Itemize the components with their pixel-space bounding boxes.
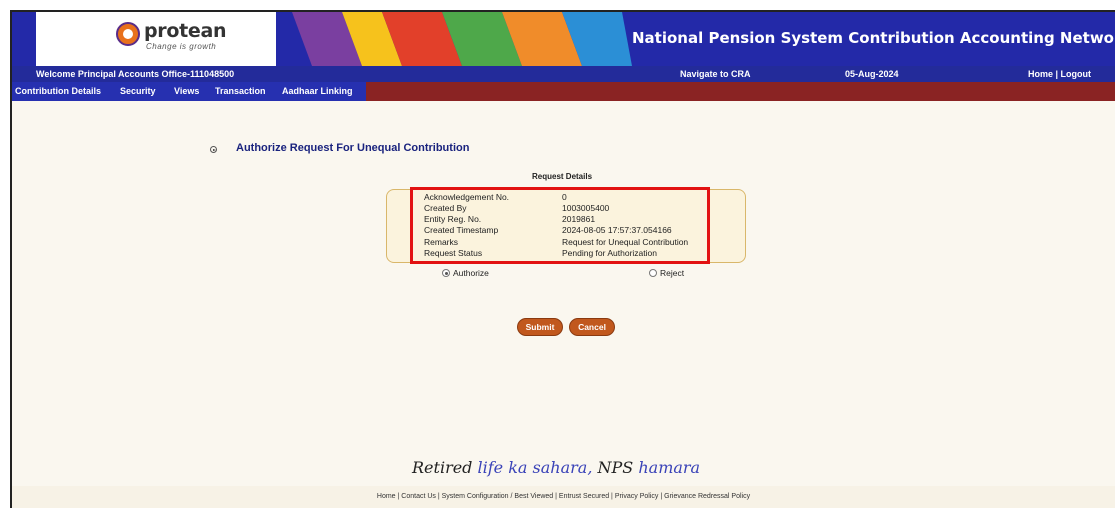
radio-selected-icon bbox=[442, 269, 450, 277]
radio-unselected-icon bbox=[649, 269, 657, 277]
section-bullet-icon bbox=[210, 146, 217, 153]
main-menu: Contribution Details Security Views Tran… bbox=[12, 82, 1115, 101]
reject-label: Reject bbox=[660, 268, 685, 278]
logo-tagline: Change is growth bbox=[146, 42, 217, 51]
footer-entrust-link[interactable]: Entrust Secured bbox=[559, 493, 609, 500]
menu-views[interactable]: Views bbox=[174, 86, 199, 96]
authorize-label: Authorize bbox=[453, 268, 489, 278]
logo-text: protean bbox=[144, 20, 227, 42]
request-details-heading: Request Details bbox=[532, 172, 593, 181]
current-date: 05-Aug-2024 bbox=[845, 69, 899, 79]
menu-aadhaar-linking[interactable]: Aadhaar Linking bbox=[282, 86, 353, 96]
menu-contribution-details[interactable]: Contribution Details bbox=[15, 86, 101, 96]
reject-radio[interactable]: Reject bbox=[649, 268, 684, 278]
menu-transaction[interactable]: Transaction bbox=[215, 86, 266, 96]
footer-system-config-link[interactable]: System Configuration / Best Viewed bbox=[442, 493, 554, 500]
header-banner: protean Change is growth National Pensio… bbox=[12, 12, 1115, 66]
footer-home-link[interactable]: Home bbox=[377, 493, 396, 500]
color-stripes-decoration bbox=[292, 12, 632, 66]
submit-button[interactable]: Submit bbox=[517, 318, 563, 336]
welcome-text: Welcome Principal Accounts Office-111048… bbox=[36, 69, 235, 79]
footer-grievance-link[interactable]: Grievance Redressal Policy bbox=[664, 493, 750, 500]
authorize-radio[interactable]: Authorize bbox=[442, 268, 489, 278]
cancel-button[interactable]: Cancel bbox=[569, 318, 615, 336]
slogan-part-3: NPS bbox=[597, 458, 634, 477]
slogan-part-1: Retired bbox=[412, 458, 473, 477]
highlight-box bbox=[410, 187, 710, 264]
protean-logo-icon bbox=[116, 22, 140, 46]
menu-items-container: Contribution Details Security Views Tran… bbox=[12, 82, 366, 101]
page-frame: protean Change is growth National Pensio… bbox=[10, 10, 1115, 508]
footer-links: Home | Contact Us | System Configuration… bbox=[12, 486, 1115, 508]
menu-security[interactable]: Security bbox=[120, 86, 156, 96]
footer-contact-link[interactable]: Contact Us bbox=[401, 493, 436, 500]
welcome-bar: Welcome Principal Accounts Office-111048… bbox=[12, 66, 1115, 82]
banner-title: National Pension System Contribution Acc… bbox=[632, 29, 1115, 47]
protean-logo[interactable]: protean Change is growth bbox=[36, 12, 276, 66]
footer-privacy-link[interactable]: Privacy Policy bbox=[615, 493, 659, 500]
slogan-part-2: life ka sahara, bbox=[477, 458, 593, 477]
section-title: Authorize Request For Unequal Contributi… bbox=[236, 142, 470, 154]
navigate-to-cra-link[interactable]: Navigate to CRA bbox=[680, 69, 751, 79]
home-logout-link[interactable]: Home | Logout bbox=[1028, 69, 1091, 79]
slogan-part-4: hamara bbox=[638, 458, 701, 477]
nps-slogan: Retired life ka sahara, NPS hamara bbox=[412, 458, 700, 477]
